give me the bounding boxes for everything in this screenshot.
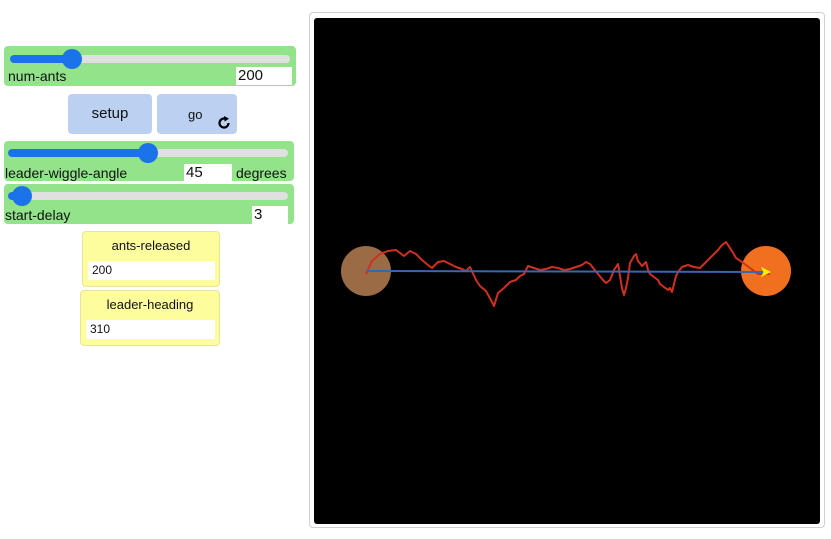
setup-label: setup [91,105,129,122]
ants-released-monitor: ants-released 200 [82,231,220,287]
start-delay-value[interactable]: 3 [252,206,288,224]
leader-wiggle-angle-slider[interactable]: leader-wiggle-angle 45 degrees [4,141,294,182]
leader-wiggle-angle-thumb[interactable] [138,143,158,163]
leader-heading-value: 310 [86,320,215,339]
start-delay-thumb[interactable] [12,186,32,206]
num-ants-value[interactable]: 200 [236,67,292,85]
setup-button[interactable]: setup [68,94,152,134]
leader-heading-label: leader-heading [106,297,194,312]
leader-wiggle-angle-fill [8,149,148,157]
leader-wiggle-angle-value[interactable]: 45 [184,164,232,182]
start-delay-slider[interactable]: start-delay 3 [4,184,294,224]
go-label: go [188,107,203,122]
ants-released-label: ants-released [111,238,191,253]
leader-wiggle-angle-unit: degrees [236,165,287,181]
straight-path-line [365,270,769,273]
num-ants-track[interactable] [10,55,290,63]
world-view[interactable] [314,18,820,524]
world-canvas [341,241,791,307]
leader-heading-monitor: leader-heading 310 [80,290,220,346]
leader-trail [365,241,770,307]
forever-loop-icon [218,116,230,129]
leader-wiggle-angle-label: leader-wiggle-angle [5,165,128,181]
num-ants-label: num-ants [8,68,67,84]
start-delay-track[interactable] [8,192,288,200]
ants-released-value: 200 [88,261,215,280]
go-button[interactable]: go [157,94,237,134]
start-delay-label: start-delay [5,207,71,223]
num-ants-slider[interactable]: num-ants 200 [4,46,296,86]
num-ants-thumb[interactable] [62,49,82,69]
